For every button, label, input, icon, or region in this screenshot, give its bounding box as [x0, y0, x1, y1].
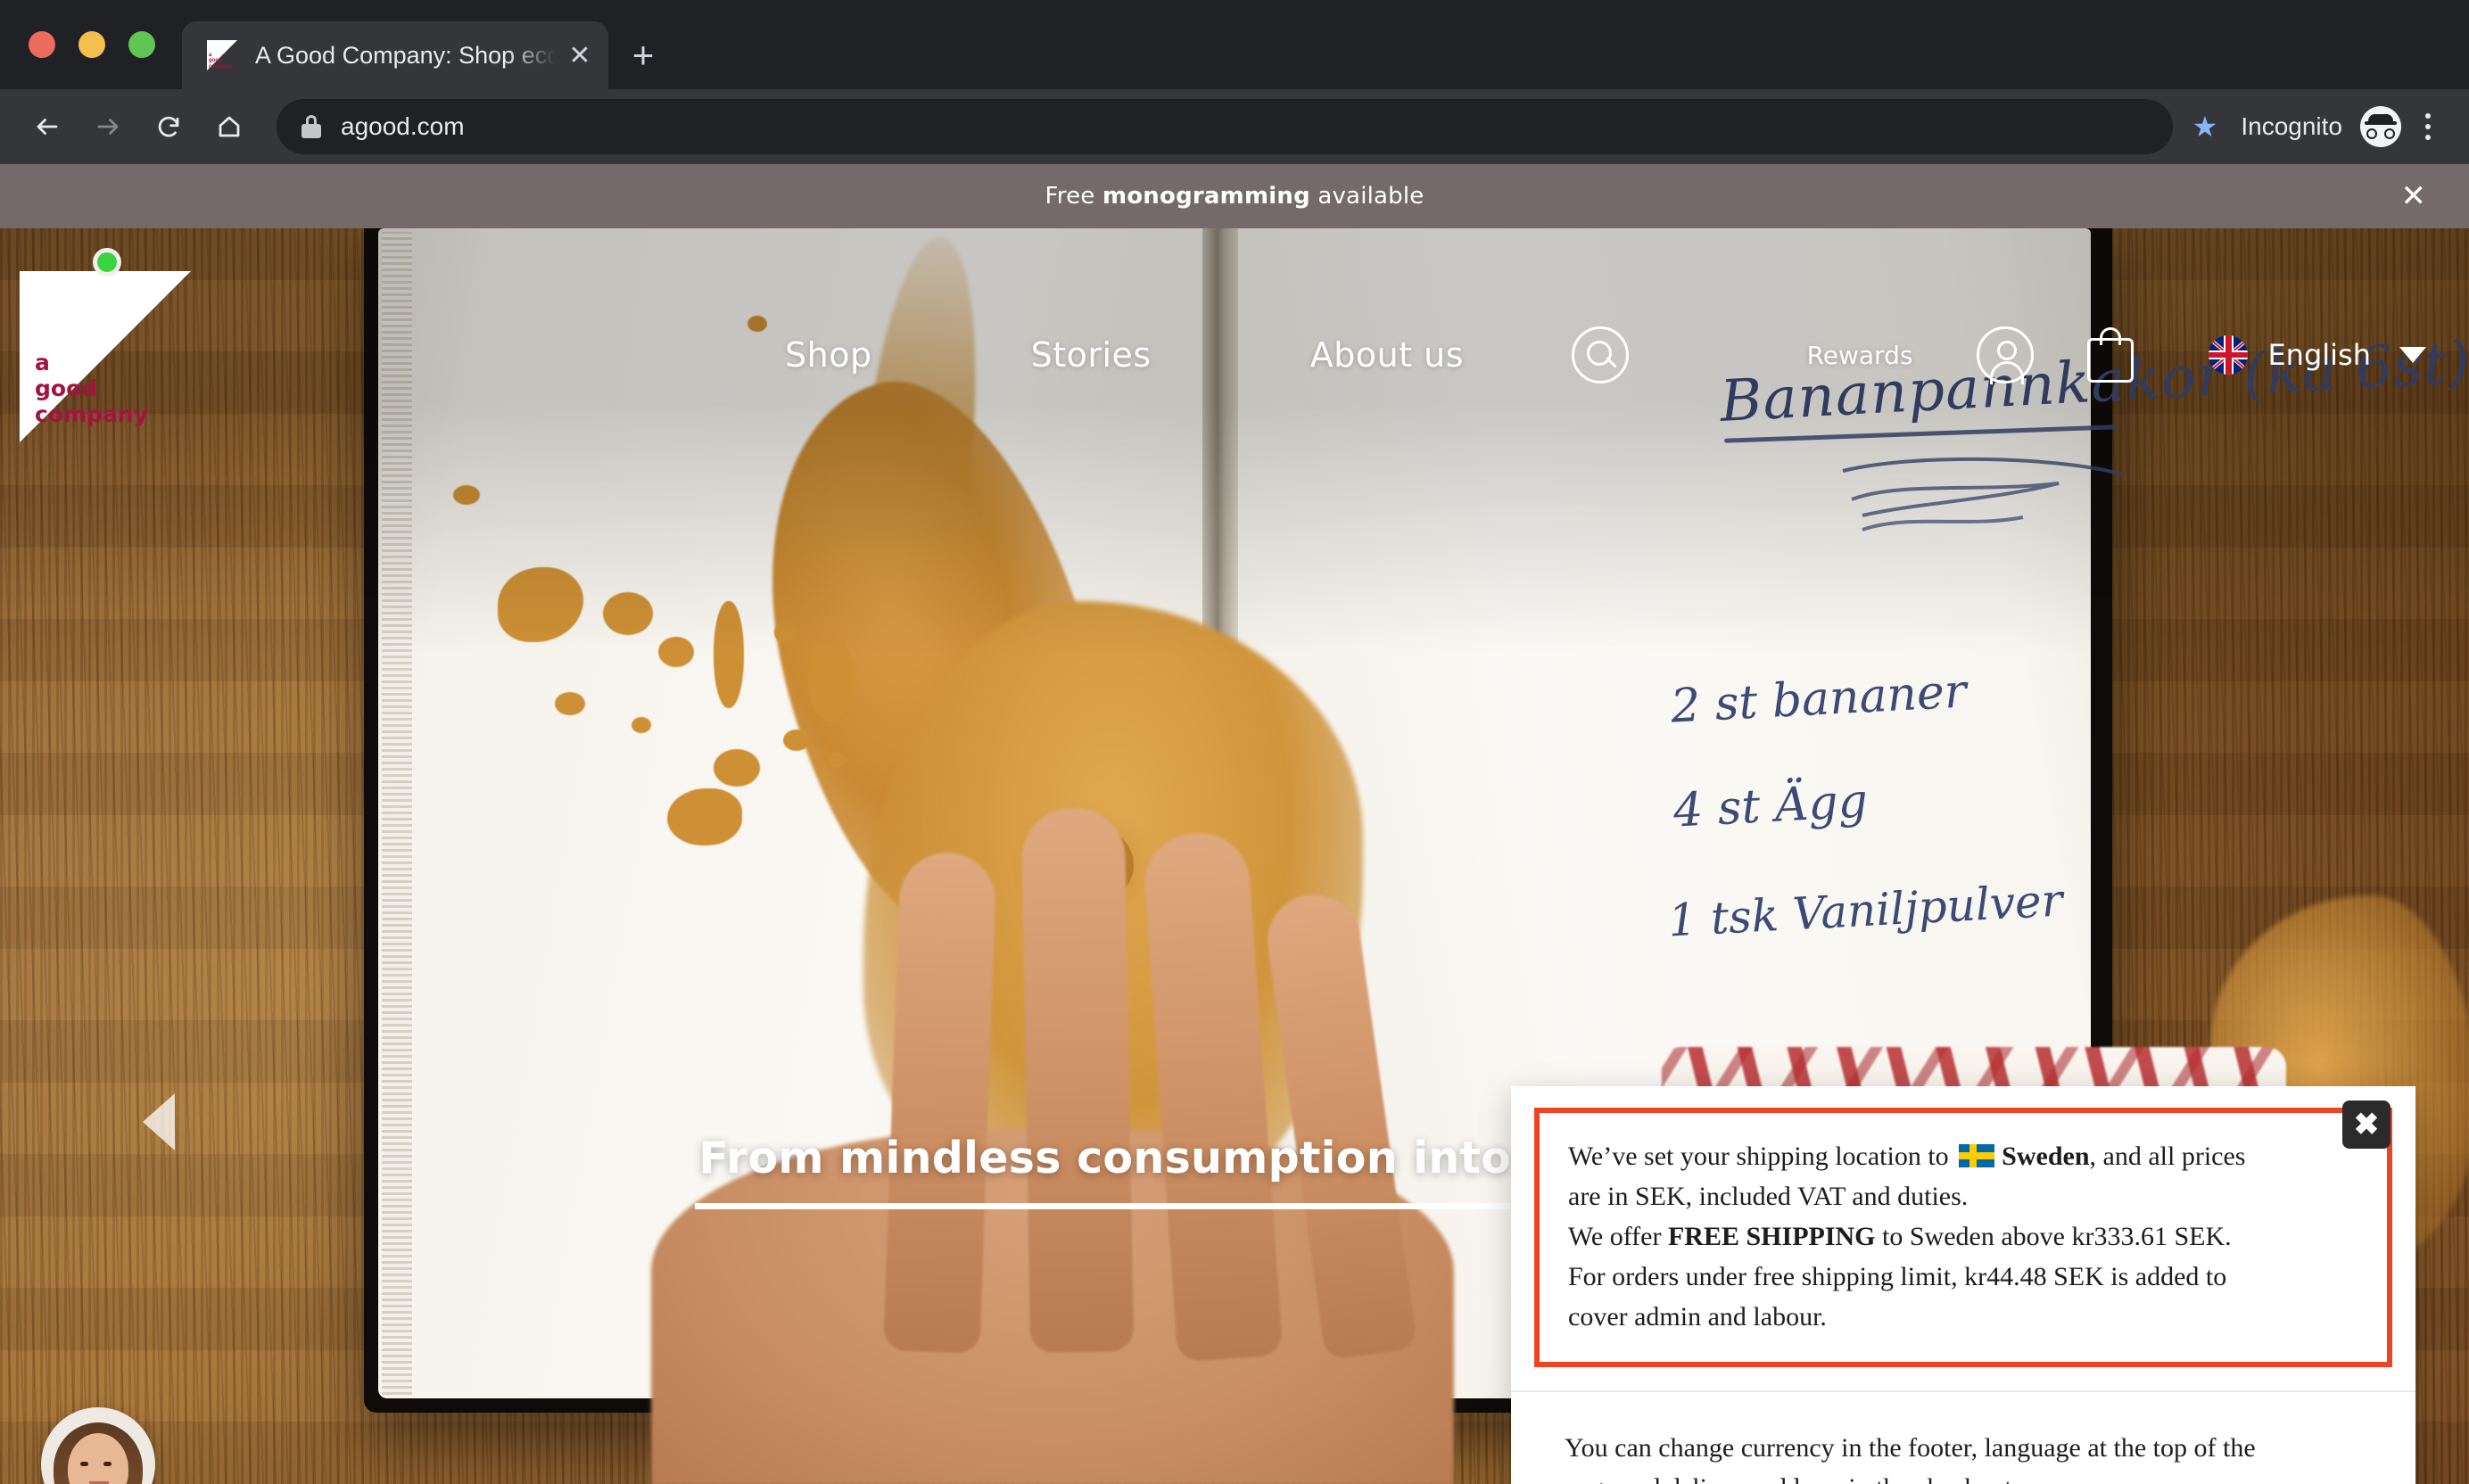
shipping-line-4: For orders under free shipping limit, kr… — [1568, 1262, 2227, 1291]
announcement-prefix: Free — [1045, 183, 1102, 210]
browser-window: a good company A Good Company: Shop eco fr… — [0, 0, 2469, 1484]
announcement-suffix: available — [1309, 183, 1424, 210]
chat-online-status-indicator — [93, 248, 121, 276]
address-bar[interactable]: agood.com — [277, 99, 2173, 154]
nav-links: Shop Stories About us — [785, 335, 1464, 375]
shipping-line-3: We offer FREE SHIPPING to Sweden above k… — [1568, 1216, 2358, 1257]
star-icon[interactable]: ★ — [2192, 110, 2218, 144]
chevron-down-icon — [2399, 347, 2426, 363]
profile-label[interactable]: Incognito — [2241, 112, 2342, 141]
close-window-button[interactable] — [29, 31, 55, 58]
lock-icon — [301, 115, 321, 138]
shipping-text-c: We offer — [1568, 1222, 1668, 1251]
change-settings-notice: You can change currency in the footer, l… — [1511, 1392, 2415, 1484]
modal-close-icon[interactable]: ✖ — [2342, 1101, 2391, 1149]
shipping-location-notice: ✖ We’ve set your shipping location to Sw… — [1534, 1101, 2392, 1367]
language-label: English — [2267, 338, 2371, 372]
nav-item-shop[interactable]: Shop — [785, 335, 872, 375]
hero-carousel: Bananpannkakor (ka 6st) 2 st bananer 4 s… — [0, 228, 2469, 1484]
shipping-line-2: are in SEK, included VAT and duties. — [1568, 1182, 1969, 1211]
shipping-text-d: to Sweden above kr333.61 SEK. — [1875, 1222, 2232, 1251]
sweden-flag-icon — [1959, 1144, 1995, 1167]
chat-widget-avatar[interactable] — [41, 1407, 155, 1484]
shopping-bag-icon[interactable] — [2087, 327, 2135, 383]
user-account-icon[interactable] — [1977, 326, 2035, 384]
nav-item-about-us[interactable]: About us — [1310, 335, 1464, 375]
web-page-viewport: Free monogramming available ✕ a good com… — [0, 164, 2469, 1484]
new-tab-button[interactable]: + — [608, 21, 678, 89]
forward-arrow-icon[interactable] — [80, 99, 136, 154]
announcement-text: Free monogramming available — [1045, 183, 1424, 210]
kebab-menu-icon[interactable] — [2407, 113, 2449, 140]
maximize-window-button[interactable] — [128, 31, 155, 58]
window-traffic-lights — [23, 0, 182, 89]
shipping-cookie-modal: ✖ We’ve set your shipping location to Sw… — [1511, 1086, 2415, 1484]
browser-tab-strip: a good company A Good Company: Shop eco fr… — [0, 0, 2469, 89]
home-icon[interactable] — [202, 99, 257, 154]
nav-utilities: Rewards English — [1515, 326, 2469, 384]
url-text: agood.com — [341, 112, 465, 140]
tab-favicon-icon: a good company — [207, 40, 237, 70]
announcement-bold: monogramming — [1102, 183, 1310, 210]
site-navigation: Shop Stories About us Rewards English — [0, 312, 2469, 398]
search-icon[interactable] — [1571, 326, 1629, 383]
change-line-2: page and delivery address in the checkou… — [1565, 1468, 2362, 1484]
incognito-icon[interactable] — [2360, 106, 2401, 147]
shipping-text-b: , and all prices — [2089, 1142, 2246, 1171]
change-line-1: You can change currency in the footer, l… — [1565, 1433, 2256, 1463]
shipping-country: Sweden — [2002, 1142, 2090, 1171]
free-shipping-bold: FREE SHIPPING — [1667, 1222, 1876, 1251]
shipping-line-5: cover admin and labour. — [1568, 1302, 1827, 1331]
nav-item-rewards[interactable]: Rewards — [1807, 341, 1913, 370]
reload-icon[interactable] — [141, 99, 196, 154]
shipping-text-a: We’ve set your shipping location to — [1568, 1142, 1956, 1171]
uk-flag-icon — [2209, 335, 2249, 375]
language-selector[interactable]: English — [2209, 335, 2426, 375]
logo-line-3: company — [35, 401, 148, 427]
carousel-prev-arrow-icon[interactable] — [143, 1093, 175, 1150]
announcement-close-icon[interactable]: ✕ — [2401, 181, 2427, 211]
minimize-window-button[interactable] — [78, 31, 105, 58]
announcement-bar: Free monogramming available ✕ — [0, 164, 2469, 228]
nav-item-stories[interactable]: Stories — [1031, 335, 1152, 375]
browser-tab[interactable]: a good company A Good Company: Shop eco fr… — [182, 21, 608, 89]
browser-toolbar: agood.com ★ Incognito — [0, 89, 2469, 164]
tab-close-icon[interactable]: ✕ — [562, 40, 598, 71]
back-arrow-icon[interactable] — [20, 99, 75, 154]
shipping-line-1: We’ve set your shipping location to Swed… — [1568, 1136, 2358, 1176]
tab-title: A Good Company: Shop eco fri — [255, 41, 562, 69]
